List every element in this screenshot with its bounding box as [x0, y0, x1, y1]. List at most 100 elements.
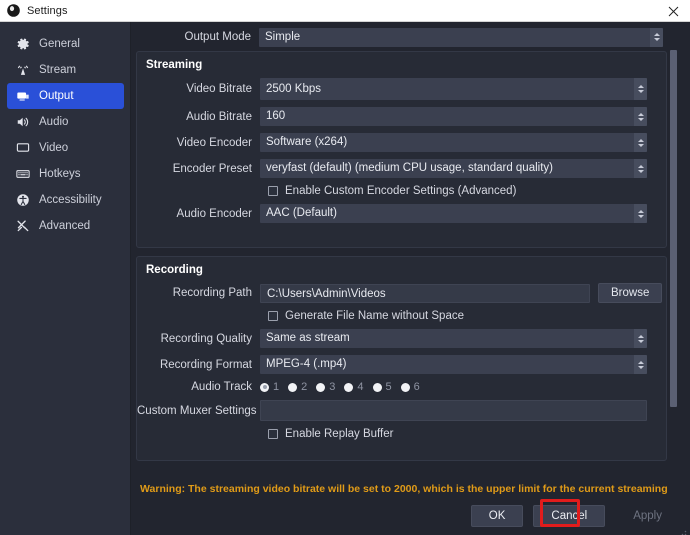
close-icon[interactable]: [656, 0, 690, 22]
chevron-updown-icon[interactable]: [634, 107, 647, 126]
custom-muxer-input[interactable]: [260, 400, 647, 421]
video-encoder-select[interactable]: Software (x264): [260, 133, 647, 152]
radio-icon[interactable]: [372, 382, 382, 392]
sidebar-item-label: Stream: [39, 64, 77, 76]
audio-bitrate-value: 160: [266, 110, 286, 122]
chevron-updown-icon[interactable]: [634, 159, 647, 178]
audio-bitrate-label: Audio Bitrate: [186, 110, 252, 123]
recording-quality-select[interactable]: Same as stream: [260, 329, 647, 348]
radio-icon[interactable]: [400, 382, 410, 392]
encoder-preset-row: Encoder Preset veryfast (default) (mediu…: [137, 159, 666, 178]
radio-icon[interactable]: [316, 382, 326, 392]
streaming-group-title: Streaming: [146, 59, 203, 71]
recording-format-label: Recording Format: [159, 358, 252, 371]
audio-bitrate-row: Audio Bitrate 160: [137, 107, 666, 126]
audio-track-option-3[interactable]: 3: [316, 381, 335, 393]
output-screen-icon: [15, 89, 30, 104]
streaming-group: Streaming Video Bitrate 2500 Kbps Audio …: [136, 51, 667, 248]
sidebar-item-output[interactable]: Output: [7, 83, 124, 109]
sidebar-item-accessibility[interactable]: Accessibility: [7, 187, 124, 213]
vertical-scrollbar-thumb[interactable]: [670, 50, 677, 407]
settings-sidebar: General Stream Output Audio Video Hotkey…: [0, 22, 131, 535]
chevron-updown-icon[interactable]: [634, 355, 647, 374]
audio-track-row: Audio Track 1 2 3 4 5 6: [137, 381, 666, 393]
recording-quality-row: Recording Quality Same as stream: [137, 329, 666, 348]
accessibility-icon: [15, 193, 30, 208]
sidebar-item-audio[interactable]: Audio: [7, 109, 124, 135]
audio-encoder-value: AAC (Default): [266, 207, 337, 219]
checkbox-icon[interactable]: [268, 429, 278, 439]
sidebar-item-label: Advanced: [39, 220, 91, 232]
radio-icon[interactable]: [288, 382, 298, 392]
audio-encoder-select[interactable]: AAC (Default): [260, 204, 647, 223]
ok-button[interactable]: OK: [470, 505, 524, 527]
monitor-icon: [15, 141, 30, 156]
checkbox-icon[interactable]: [268, 186, 278, 196]
video-bitrate-spinbox[interactable]: 2500 Kbps: [260, 78, 647, 100]
output-mode-row: Output Mode Simple: [131, 22, 680, 52]
audio-track-radio-group: 1 2 3 4 5 6: [260, 381, 429, 393]
chevron-updown-icon[interactable]: [634, 78, 647, 100]
bitrate-warning-text: Warning: The streaming video bitrate wil…: [140, 483, 668, 495]
recording-format-value: MPEG-4 (.mp4): [266, 358, 347, 370]
audio-track-option-5[interactable]: 5: [372, 381, 392, 393]
custom-encoder-checkbox-label: Enable Custom Encoder Settings (Advanced…: [285, 185, 517, 197]
replay-buffer-checkbox-row[interactable]: Enable Replay Buffer: [137, 428, 666, 440]
replay-buffer-checkbox-label: Enable Replay Buffer: [285, 428, 394, 440]
sidebar-item-label: Video: [39, 142, 69, 154]
recording-path-value: C:\Users\Admin\Videos: [267, 287, 386, 300]
browse-button[interactable]: Browse: [598, 283, 663, 303]
sidebar-item-advanced[interactable]: Advanced: [7, 213, 124, 239]
checkbox-icon[interactable]: [268, 311, 278, 321]
recording-format-select[interactable]: MPEG-4 (.mp4): [260, 355, 647, 374]
custom-encoder-checkbox-row[interactable]: Enable Custom Encoder Settings (Advanced…: [137, 185, 666, 197]
output-settings-pane: Output Mode Simple Streaming Video Bitra…: [131, 22, 690, 535]
audio-encoder-label: Audio Encoder: [176, 207, 252, 220]
chevron-updown-icon[interactable]: [650, 27, 663, 47]
encoder-preset-value: veryfast (default) (medium CPU usage, st…: [266, 162, 553, 174]
apply-button[interactable]: Apply: [615, 505, 680, 527]
resize-grip-icon[interactable]: [677, 523, 687, 535]
chevron-updown-icon[interactable]: [634, 204, 647, 223]
audio-bitrate-select[interactable]: 160: [260, 107, 647, 126]
recording-group-title: Recording: [146, 264, 203, 276]
video-encoder-value: Software (x264): [266, 136, 348, 148]
title-bar: Settings: [0, 0, 690, 22]
encoder-preset-label: Encoder Preset: [172, 162, 252, 175]
sidebar-item-label: Audio: [39, 116, 69, 128]
video-bitrate-row: Video Bitrate 2500 Kbps: [137, 78, 666, 100]
chevron-updown-icon[interactable]: [634, 329, 647, 348]
tools-icon: [15, 219, 30, 234]
sidebar-item-video[interactable]: Video: [7, 135, 124, 161]
audio-track-option-2[interactable]: 2: [288, 381, 307, 393]
sidebar-item-hotkeys[interactable]: Hotkeys: [7, 161, 124, 187]
recording-path-label: Recording Path: [172, 287, 252, 299]
encoder-preset-select[interactable]: veryfast (default) (medium CPU usage, st…: [260, 159, 647, 178]
sidebar-item-general[interactable]: General: [7, 31, 124, 57]
recording-group: Recording Recording Path C:\Users\Admin\…: [136, 256, 667, 461]
sidebar-item-label: General: [39, 38, 80, 50]
chevron-updown-icon[interactable]: [634, 133, 647, 152]
radio-icon[interactable]: [344, 382, 354, 392]
audio-track-option-6[interactable]: 6: [400, 381, 420, 393]
recording-path-row: Recording Path C:\Users\Admin\Videos Bro…: [137, 283, 666, 303]
audio-track-option-4[interactable]: 4: [344, 381, 364, 393]
sidebar-item-label: Output: [39, 90, 74, 102]
video-encoder-row: Video Encoder Software (x264): [137, 133, 666, 152]
sidebar-item-label: Accessibility: [39, 194, 102, 206]
video-bitrate-label: Video Bitrate: [186, 83, 252, 95]
recording-path-input[interactable]: C:\Users\Admin\Videos: [260, 283, 590, 303]
output-mode-select[interactable]: Simple: [259, 27, 663, 47]
radio-icon[interactable]: [260, 382, 269, 392]
keyboard-icon: [15, 167, 30, 182]
obs-logo-icon: [7, 4, 20, 17]
nospace-checkbox-row[interactable]: Generate File Name without Space: [137, 310, 666, 322]
audio-encoder-row: Audio Encoder AAC (Default): [137, 204, 666, 223]
recording-quality-label: Recording Quality: [160, 332, 252, 345]
custom-muxer-label: Custom Muxer Settings: [137, 404, 257, 417]
dialog-button-bar: OK Cancel Apply: [461, 505, 680, 527]
cancel-button[interactable]: Cancel: [533, 505, 606, 527]
sidebar-item-stream[interactable]: Stream: [7, 57, 124, 83]
audio-track-option-1[interactable]: 1: [260, 381, 279, 393]
recording-format-row: Recording Format MPEG-4 (.mp4): [137, 355, 666, 374]
